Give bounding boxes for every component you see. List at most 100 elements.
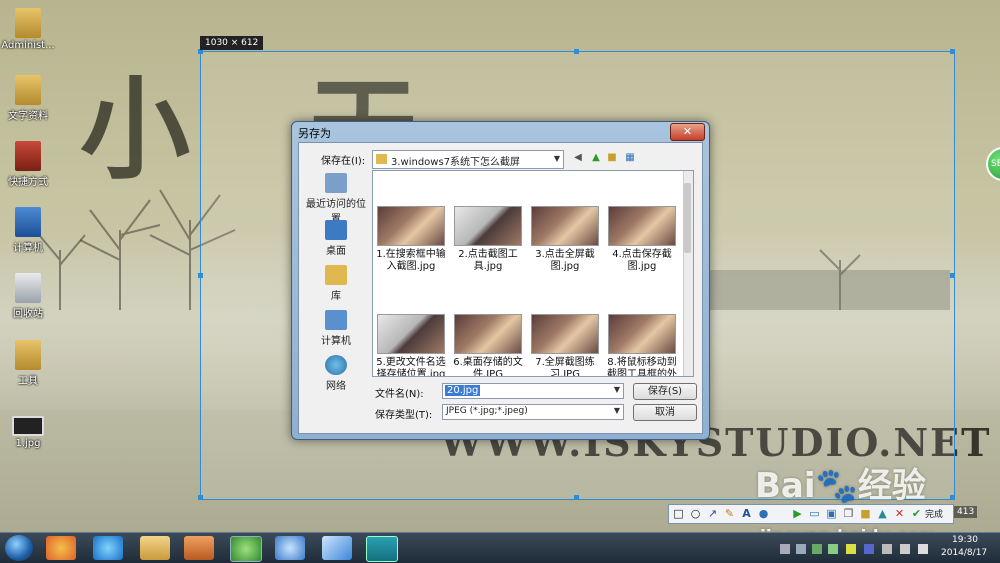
start-button[interactable] bbox=[5, 535, 33, 561]
place-network[interactable]: 网络 bbox=[303, 355, 369, 392]
resize-handle[interactable] bbox=[574, 49, 579, 54]
place-label: 桌面 bbox=[326, 246, 346, 257]
app-launcher-icon[interactable] bbox=[46, 536, 76, 560]
red-folder-icon bbox=[15, 141, 41, 171]
save-as-dialog: 另存为 ✕ 保存在(I): 3.windows7系统下怎么截屏 ▼ ◀ ▲ ■ … bbox=[291, 121, 710, 440]
filetype-value: JPEG (*.jpg;*.jpeg) bbox=[446, 406, 528, 416]
volume-icon[interactable] bbox=[918, 544, 928, 554]
desktop-icon-shortcuts[interactable]: 快捷方式 bbox=[0, 141, 56, 188]
thumbnail bbox=[531, 314, 599, 354]
file-item[interactable]: 1.在搜索框中输入截图.jpg bbox=[375, 206, 447, 273]
desktop-icon-computer[interactable]: 计算机 bbox=[0, 207, 56, 254]
save-button[interactable]: 保存(S) bbox=[633, 383, 697, 400]
close-button[interactable]: ✕ bbox=[670, 123, 705, 141]
resize-handle[interactable] bbox=[574, 495, 579, 500]
filename-input[interactable]: 20.jpg ▼ bbox=[442, 383, 624, 399]
tray-icon[interactable] bbox=[780, 544, 790, 554]
chevron-down-icon[interactable]: ▼ bbox=[614, 385, 620, 394]
network-icon bbox=[325, 355, 347, 375]
clock-date[interactable]: 2014/8/17 bbox=[941, 548, 987, 558]
place-computer[interactable]: 计算机 bbox=[303, 310, 369, 347]
bluetooth-icon[interactable] bbox=[864, 544, 874, 554]
computer-icon bbox=[325, 310, 347, 330]
up-folder-icon[interactable]: ▲ bbox=[589, 151, 603, 165]
view-menu-icon[interactable]: ▦ bbox=[623, 151, 637, 165]
undo-icon[interactable]: ▶ bbox=[791, 507, 804, 520]
ellipse-icon[interactable]: ○ bbox=[689, 507, 702, 520]
tray-icon[interactable] bbox=[796, 544, 806, 554]
cancel-icon[interactable]: ✕ bbox=[893, 507, 906, 520]
recent-places-icon bbox=[325, 173, 347, 193]
resize-handle[interactable] bbox=[198, 273, 203, 278]
desktop-icon-documents[interactable]: 文字资料 bbox=[0, 75, 56, 122]
resize-handle[interactable] bbox=[950, 49, 955, 54]
capture-app-icon[interactable] bbox=[366, 536, 398, 562]
file-item[interactable]: 5.更改文件名选择存储位置.jpg bbox=[375, 314, 447, 377]
file-list[interactable]: 1.在搜索框中输入截图.jpg 2.点击截图工具.jpg 3.点击全屏截图.jp… bbox=[372, 170, 694, 377]
save-in-value: 3.windows7系统下怎么截屏 bbox=[391, 157, 521, 168]
media-player-icon[interactable] bbox=[184, 536, 214, 560]
plane-app-icon[interactable] bbox=[322, 536, 352, 560]
filename-label: 文件名(N): bbox=[375, 389, 424, 400]
desktop-icon-administrator[interactable]: Administ... bbox=[0, 8, 56, 51]
signal-icon[interactable] bbox=[900, 544, 910, 554]
resize-handle[interactable] bbox=[950, 495, 955, 500]
file-name: 6.桌面存储的文件.JPG bbox=[453, 357, 523, 377]
confirm-icon[interactable]: ✔ bbox=[910, 507, 923, 520]
desktop-icon-label: 文字资料 bbox=[8, 111, 48, 122]
resize-handle[interactable] bbox=[198, 495, 203, 500]
desktop-icon-label: 1.jpg bbox=[15, 438, 41, 449]
scrollbar-thumb[interactable] bbox=[684, 183, 691, 253]
new-folder-icon[interactable]: ■ bbox=[605, 151, 619, 165]
chevron-down-icon[interactable]: ▼ bbox=[554, 154, 560, 163]
clock-time[interactable]: 19:30 bbox=[952, 535, 978, 545]
chat-app-icon[interactable] bbox=[275, 536, 305, 560]
thumbnail bbox=[377, 206, 445, 246]
coordinate-readout: 413 bbox=[954, 506, 978, 518]
tray-icon[interactable] bbox=[846, 544, 856, 554]
cancel-button[interactable]: 取消 bbox=[633, 404, 697, 421]
resize-handle[interactable] bbox=[950, 273, 955, 278]
back-icon[interactable]: ◀ bbox=[571, 151, 585, 165]
desktop-icon-recycle-bin[interactable]: 回收站 bbox=[0, 273, 56, 320]
place-label: 库 bbox=[331, 291, 341, 302]
rectangle-icon[interactable]: □ bbox=[672, 507, 685, 520]
pin-icon[interactable]: ▲ bbox=[876, 507, 889, 520]
file-item[interactable]: 3.点击全屏截图.jpg bbox=[529, 206, 601, 273]
file-item[interactable]: 8.将鼠标移动到截图工具框的外边 bbox=[606, 314, 678, 376]
pen-icon[interactable]: ✎ bbox=[723, 507, 736, 520]
thumbnail bbox=[377, 314, 445, 354]
open-icon[interactable]: ■ bbox=[859, 507, 872, 520]
file-name: 5.更改文件名选择存储位置.jpg bbox=[376, 357, 446, 377]
refresh-app-icon[interactable] bbox=[230, 536, 262, 562]
save-icon[interactable]: ▣ bbox=[825, 507, 838, 520]
desktop-icon-jpg[interactable]: 1.jpg bbox=[0, 406, 56, 449]
network-tray-icon[interactable] bbox=[882, 544, 892, 554]
thumbnail bbox=[531, 206, 599, 246]
folder-icon bbox=[15, 340, 41, 370]
desktop-icon-tools[interactable]: 工具 bbox=[0, 340, 56, 387]
place-libraries[interactable]: 库 bbox=[303, 265, 369, 302]
filetype-select[interactable]: JPEG (*.jpg;*.jpeg) ▼ bbox=[442, 404, 624, 420]
dialog-title: 另存为 bbox=[298, 127, 331, 140]
file-item[interactable]: 4.点击保存截图.jpg bbox=[606, 206, 678, 273]
redo-icon[interactable]: ▭ bbox=[808, 507, 821, 520]
place-desktop[interactable]: 桌面 bbox=[303, 220, 369, 257]
done-button[interactable]: 完成 bbox=[925, 507, 943, 520]
copy-icon[interactable]: ❐ bbox=[842, 507, 855, 520]
tray-icon[interactable] bbox=[812, 544, 822, 554]
internet-explorer-icon[interactable] bbox=[93, 536, 123, 560]
save-in-combo[interactable]: 3.windows7系统下怎么截屏 ▼ bbox=[372, 150, 564, 169]
tray-icon[interactable] bbox=[828, 544, 838, 554]
file-item[interactable]: 6.桌面存储的文件.JPG bbox=[452, 314, 524, 377]
marker-icon[interactable]: ● bbox=[757, 507, 770, 520]
file-item[interactable]: 2.点击截图工具.jpg bbox=[452, 206, 524, 273]
chevron-down-icon[interactable]: ▼ bbox=[614, 406, 620, 415]
file-explorer-icon[interactable] bbox=[140, 536, 170, 560]
desktop-icon-label: Administ... bbox=[1, 40, 55, 51]
arrow-icon[interactable]: ↗ bbox=[706, 507, 719, 520]
place-recent[interactable]: 最近访问的位置 bbox=[303, 173, 369, 225]
text-icon[interactable]: A bbox=[740, 507, 753, 520]
computer-icon bbox=[15, 207, 41, 237]
file-item[interactable]: 7.全屏截图练习.JPG bbox=[529, 314, 601, 376]
